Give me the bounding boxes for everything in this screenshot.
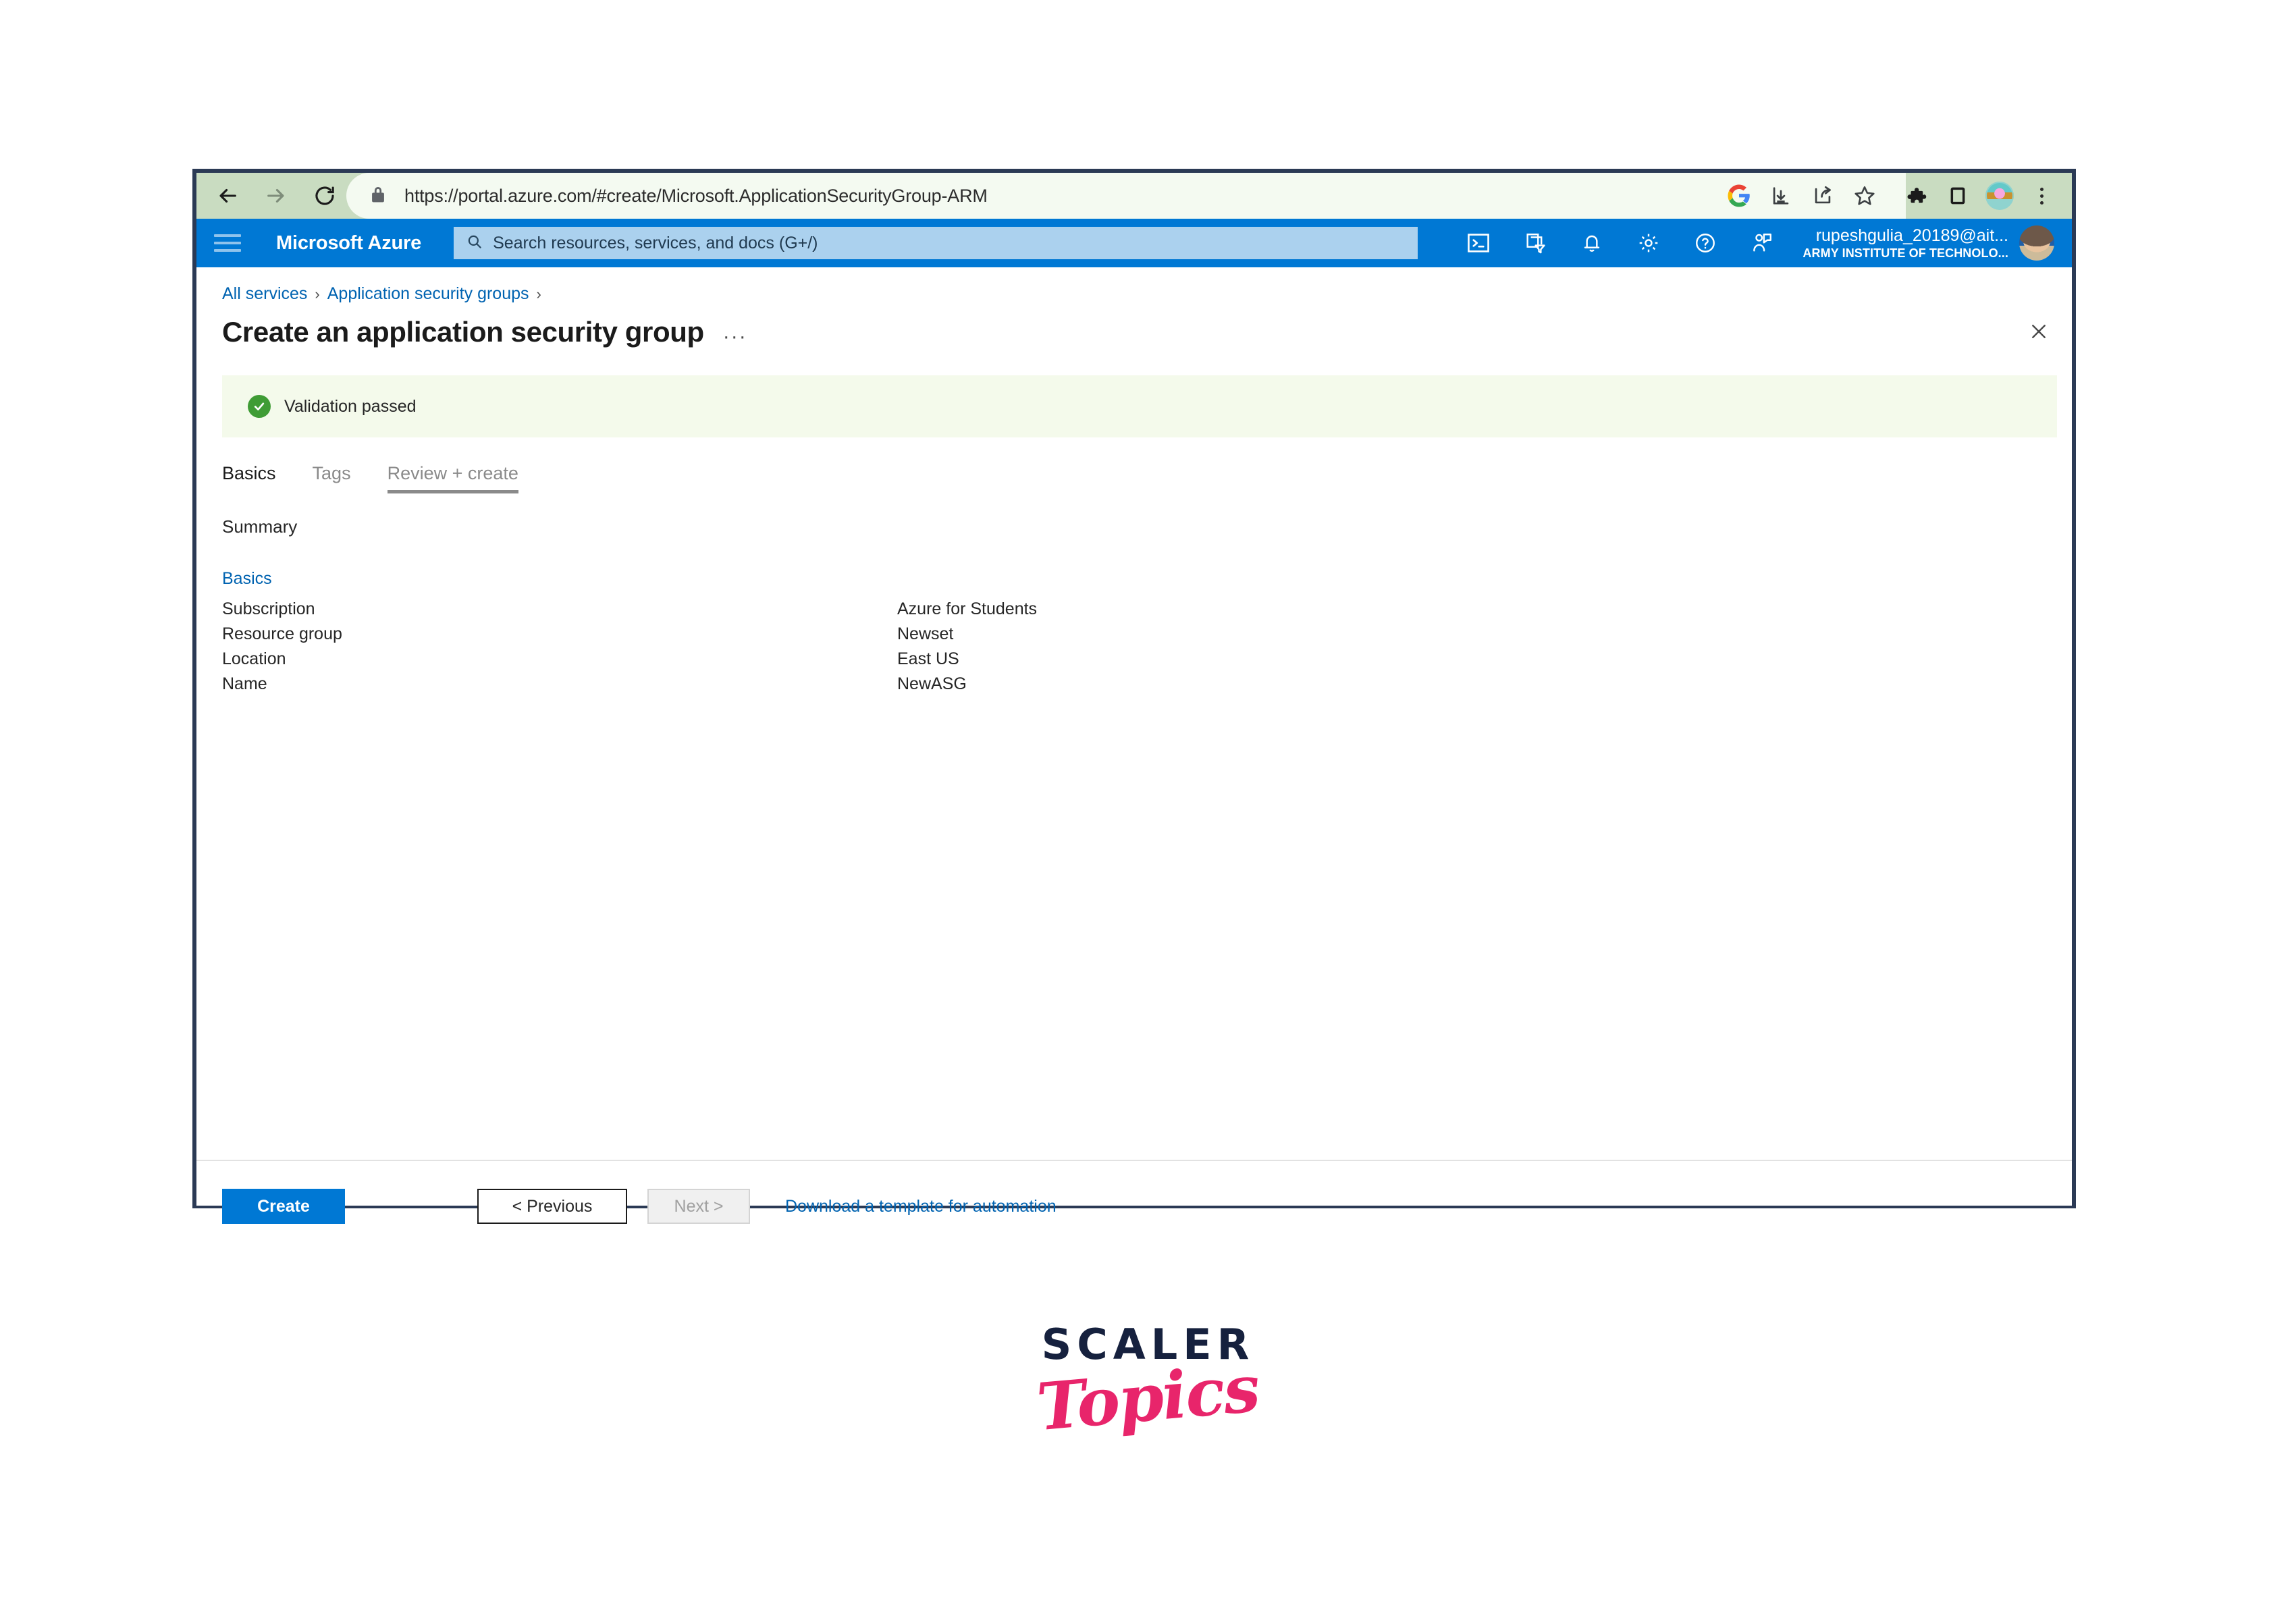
table-row: Subscription Azure for Students — [222, 599, 1235, 624]
more-options-ellipsis-icon[interactable]: ··· — [723, 325, 747, 348]
table-row: Location East US — [222, 649, 1235, 674]
back-arrow-icon[interactable] — [209, 177, 246, 215]
breadcrumb-item-all-services[interactable]: All services — [222, 284, 307, 304]
reload-icon[interactable] — [306, 177, 344, 215]
tab-basics[interactable]: Basics — [222, 463, 276, 493]
scaler-topics-watermark: SCALER Topics — [0, 1320, 2296, 1445]
summary-section-heading-basics: Basics — [222, 569, 272, 588]
address-bar[interactable]: https://portal.azure.com/#create/Microso… — [346, 173, 1906, 219]
profile-avatar-icon[interactable] — [1979, 175, 2021, 217]
account-info[interactable]: rupeshgulia_20189@ait... ARMY INSTITUTE … — [1803, 219, 2008, 267]
chrome-menu-icon[interactable] — [2021, 175, 2062, 217]
tab-tags[interactable]: Tags — [313, 463, 351, 493]
summary-key: Subscription — [222, 599, 315, 618]
page-title: Create an application security group — [222, 316, 704, 348]
summary-label: Summary — [222, 516, 298, 537]
account-name: rupeshgulia_20189@ait... — [1815, 225, 2008, 245]
summary-table: Subscription Azure for Students Resource… — [222, 599, 1235, 699]
summary-key: Resource group — [222, 624, 342, 643]
account-organization: ARMY INSTITUTE OF TECHNOLO... — [1803, 246, 2008, 260]
notifications-bell-icon[interactable] — [1564, 219, 1620, 267]
summary-key: Name — [222, 674, 267, 693]
summary-value: Azure for Students — [897, 599, 1038, 618]
hamburger-menu-icon[interactable] — [214, 234, 241, 252]
url-text: https://portal.azure.com/#create/Microso… — [404, 185, 988, 206]
footer-divider — [196, 1160, 2072, 1161]
next-button[interactable]: Next > — [647, 1189, 750, 1224]
directories-subscriptions-icon[interactable] — [1507, 219, 1564, 267]
search-icon — [466, 233, 483, 254]
browser-toolbar-right — [1718, 173, 2062, 219]
summary-value: NewASG — [897, 674, 967, 693]
download-template-link[interactable]: Download a template for automation — [785, 1197, 1057, 1216]
avatar[interactable] — [2019, 225, 2054, 261]
azure-brand[interactable]: Microsoft Azure — [276, 232, 421, 254]
table-row: Resource group Newset — [222, 624, 1235, 649]
validation-banner: Validation passed — [222, 375, 2057, 437]
extensions-puzzle-icon[interactable] — [1895, 175, 1937, 217]
sidebar-panel-icon[interactable] — [1937, 175, 1979, 217]
breadcrumb-item-application-security-groups[interactable]: Application security groups — [327, 284, 529, 304]
footer-actions: Create < Previous Next > Download a temp… — [222, 1189, 2072, 1224]
table-row: Name NewASG — [222, 674, 1235, 699]
azure-header-actions: rupeshgulia_20189@ait... ARMY INSTITUTE … — [1450, 219, 2072, 267]
summary-key: Location — [222, 649, 286, 668]
cloud-shell-icon[interactable] — [1450, 219, 1507, 267]
global-search-input[interactable]: Search resources, services, and docs (G+… — [454, 227, 1418, 259]
browser-toolbar: https://portal.azure.com/#create/Microso… — [196, 173, 2072, 219]
validation-message: Validation passed — [284, 396, 417, 416]
page-body: All services › Application security grou… — [196, 267, 2072, 1224]
global-search-placeholder: Search resources, services, and docs (G+… — [493, 233, 818, 252]
create-button[interactable]: Create — [222, 1189, 345, 1224]
download-icon[interactable] — [1760, 175, 1802, 217]
google-account-icon[interactable] — [1718, 175, 1760, 217]
check-circle-icon — [248, 395, 271, 418]
bookmark-star-icon[interactable] — [1844, 175, 1886, 217]
share-icon[interactable] — [1802, 175, 1844, 217]
page-title-row: Create an application security group ··· — [222, 316, 2045, 348]
summary-value: East US — [897, 649, 959, 668]
breadcrumb-separator-trailing-icon: › — [536, 285, 541, 302]
feedback-icon[interactable] — [1734, 219, 1790, 267]
tab-review-create[interactable]: Review + create — [387, 463, 519, 493]
browser-window: https://portal.azure.com/#create/Microso… — [192, 169, 2076, 1224]
azure-top-header: Microsoft Azure Search resources, servic… — [196, 219, 2072, 267]
previous-button[interactable]: < Previous — [477, 1189, 627, 1224]
summary-value: Newset — [897, 624, 954, 643]
help-question-icon[interactable] — [1677, 219, 1734, 267]
forward-arrow-icon[interactable] — [257, 177, 295, 215]
settings-gear-icon[interactable] — [1620, 219, 1677, 267]
wizard-tabs: Basics Tags Review + create — [222, 463, 555, 493]
breadcrumb-separator-icon: › — [315, 285, 320, 302]
close-icon[interactable] — [2023, 316, 2054, 347]
lock-icon — [369, 185, 387, 207]
breadcrumb: All services › Application security grou… — [222, 284, 541, 304]
